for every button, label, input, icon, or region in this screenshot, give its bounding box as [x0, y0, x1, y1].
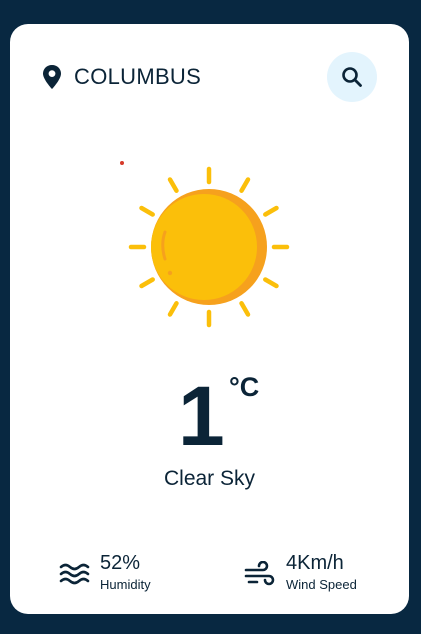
weather-card: COLUMBUS 1 °C Clear Sky 52% Humidity 4Km… [10, 24, 409, 614]
temperature-unit: °C [229, 372, 260, 402]
weather-condition: Clear Sky [163, 467, 256, 490]
temperature-value: 1 [178, 369, 225, 463]
wind-speed-value: 4Km/h [286, 552, 344, 574]
city-name: COLUMBUS [74, 64, 202, 89]
wind-icon [244, 561, 275, 586]
map-pin-icon [43, 65, 61, 89]
search-button[interactable] [327, 52, 377, 102]
humidity-label: Humidity [100, 577, 151, 592]
search-icon [342, 67, 362, 87]
sun-icon [128, 166, 290, 328]
humidity-value: 52% [100, 552, 141, 574]
wind-speed-label: Wind Speed [286, 577, 357, 592]
humidity-waves-icon [59, 563, 90, 585]
